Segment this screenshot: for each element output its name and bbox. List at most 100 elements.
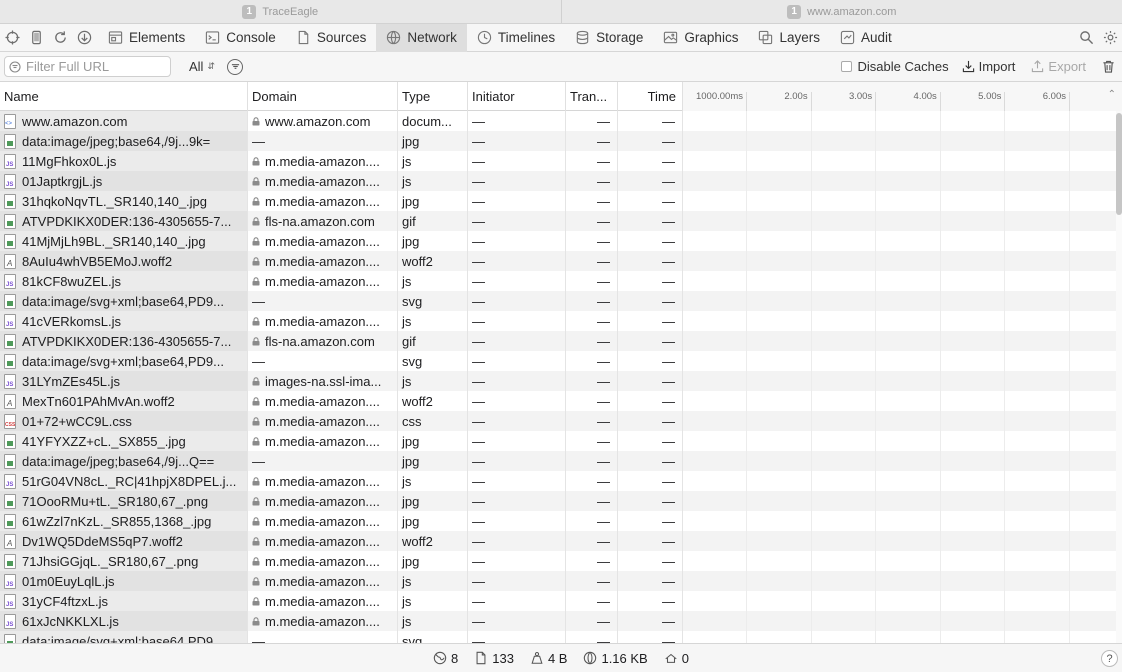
tab-graphics[interactable]: Graphics	[653, 24, 748, 52]
download-icon[interactable]	[72, 24, 96, 52]
checkbox-box[interactable]	[840, 61, 852, 72]
table-row[interactable]: 31yCF4ftzxL.jsm.media-amazon....js———	[0, 591, 1116, 611]
column-header-type[interactable]: Type	[398, 82, 468, 111]
tab-network[interactable]: Network	[376, 23, 467, 52]
cell-domain: images-na.ssl-ima...	[248, 371, 398, 391]
table-row[interactable]: data:image/svg+xml;base64,PD9... — svg — — —	[0, 351, 1116, 371]
table-row[interactable]: 41YFYXZZ+cL._SX855_.jpg m.media-amazon...…	[0, 431, 1116, 451]
cell-name[interactable]: ATVPDKIKX0DER:136-4305655-7...	[0, 211, 248, 231]
cell-name[interactable]: 71JhsiGGjqL._SR180,67_.png	[0, 551, 248, 571]
cell-name[interactable]: 31hqkoNqvTL._SR140,140_.jpg	[0, 191, 248, 211]
cell-name[interactable]: 41MjMjLh9BL._SR140,140_.jpg	[0, 231, 248, 251]
table-row[interactable]: 41MjMjLh9BL._SR140,140_.jpg m.media-amazo…	[0, 231, 1116, 251]
cell-name[interactable]: 8AuIu4whVB5EMoJ.woff2	[0, 251, 248, 271]
cell-name[interactable]: www.amazon.com	[0, 111, 248, 131]
column-header-domain[interactable]: Domain	[248, 82, 398, 111]
reload-icon[interactable]	[48, 24, 72, 52]
cell-name[interactable]: 81kCF8wuZEL.js	[0, 271, 248, 291]
tab-console[interactable]: Console	[195, 24, 286, 52]
cell-name[interactable]: 51rG04VN8cL._RC|41hpjX8DPEL.j...	[0, 471, 248, 491]
table-row[interactable]: 61xJcNKKLXL.jsm.media-amazon....js———	[0, 611, 1116, 631]
cell-name[interactable]: 01JaptkrgjL.js	[0, 171, 248, 191]
cell-name[interactable]: 11MgFhkox0L.js	[0, 151, 248, 171]
chevron-up-icon[interactable]: ⌃	[1108, 89, 1116, 100]
waterfall-gridline	[1069, 631, 1070, 643]
cell-name[interactable]: 01+72+wCC9L.css	[0, 411, 248, 431]
column-header-transferred[interactable]: Tran...	[566, 82, 618, 111]
device-icon[interactable]	[24, 24, 48, 52]
export-button[interactable]: Export	[1031, 59, 1086, 74]
cell-name[interactable]: MexTn601PAhMvAn.woff2	[0, 391, 248, 411]
gear-icon[interactable]	[1098, 24, 1122, 52]
import-button[interactable]: Import	[962, 59, 1015, 74]
tab-layers[interactable]: Layers	[748, 24, 830, 52]
table-row[interactable]: 61wZzl7nKzL._SR855,1368_.jpg m.media-amaz…	[0, 511, 1116, 531]
resource-name: ATVPDKIKX0DER:136-4305655-7...	[22, 213, 232, 229]
table-row[interactable]: 01m0EuyLqlL.jsm.media-amazon....js———	[0, 571, 1116, 591]
table-row[interactable]: 01JaptkrgjL.jsm.media-amazon....js———	[0, 171, 1116, 191]
table-row[interactable]: 8AuIu4whVB5EMoJ.woff2 m.media-amazon.... w…	[0, 251, 1116, 271]
tab-storage[interactable]: Storage	[565, 24, 653, 52]
cell-name[interactable]: 31LYmZEs45L.js	[0, 371, 248, 391]
clear-log-button[interactable]	[1102, 60, 1119, 73]
column-header-name[interactable]: Name	[0, 82, 248, 111]
table-row[interactable]: 41cVERkomsL.jsm.media-amazon....js———	[0, 311, 1116, 331]
cell-name[interactable]: data:image/svg+xml;base64,PD9...	[0, 351, 248, 371]
cell-name[interactable]: 71OooRMu+tL._SR180,67_.png	[0, 491, 248, 511]
url-filter-input[interactable]	[26, 59, 166, 74]
resource-type-select[interactable]: All ⇵	[189, 59, 215, 74]
cell-name[interactable]: 31yCF4ftzxL.js	[0, 591, 248, 611]
table-row[interactable]: www.amazon.comwww.amazon.comdocum...———	[0, 111, 1116, 131]
url-filter-field[interactable]	[4, 56, 171, 77]
search-icon[interactable]	[1074, 24, 1098, 52]
table-row[interactable]: data:image/svg+xml;base64,PD9... — svg — — —	[0, 291, 1116, 311]
cell-name[interactable]: ATVPDKIKX0DER:136-4305655-7...	[0, 331, 248, 351]
table-row[interactable]: ATVPDKIKX0DER:136-4305655-7... fls-na.ama…	[0, 331, 1116, 351]
tab-timelines[interactable]: Timelines	[467, 24, 565, 52]
cell-transferred: —	[566, 111, 618, 131]
table-row[interactable]: 31LYmZEs45L.jsimages-na.ssl-ima...js———	[0, 371, 1116, 391]
table-row[interactable]: 01+72+wCC9L.cssm.media-amazon....css———	[0, 411, 1116, 431]
cell-domain: m.media-amazon....	[248, 271, 398, 291]
tab-sources[interactable]: Sources	[286, 24, 377, 52]
window-tab-amazon[interactable]: 1 www.amazon.com	[560, 0, 1122, 23]
cell-name[interactable]: 61xJcNKKLXL.js	[0, 611, 248, 631]
window-tab-traceeagle[interactable]: 1 TraceEagle	[0, 0, 561, 23]
cell-name[interactable]: 41cVERkomsL.js	[0, 311, 248, 331]
disable-caches-checkbox[interactable]: Disable Caches	[840, 59, 949, 74]
waterfall-header[interactable]: ⌃ 1000.00ms 2.00s 3.00s 4.00s 5.00s 6.00s	[683, 82, 1122, 111]
scrollbar-thumb[interactable]	[1116, 113, 1122, 215]
cell-name[interactable]: data:image/jpeg;base64,/9j...Q==	[0, 451, 248, 471]
cell-name[interactable]: data:image/svg+xml;base64,PD9...	[0, 631, 248, 643]
cell-name[interactable]: data:image/svg+xml;base64,PD9...	[0, 291, 248, 311]
table-row[interactable]: data:image/jpeg;base64,/9j...Q== — jpg — — —	[0, 451, 1116, 471]
table-row[interactable]: Dv1WQ5DdeMS5qP7.woff2 m.media-amazon.... w…	[0, 531, 1116, 551]
table-row[interactable]: data:image/svg+xml;base64,PD9... — svg — — —	[0, 631, 1116, 643]
filter-options-icon[interactable]	[227, 58, 243, 75]
cell-type: woff2	[398, 531, 468, 551]
table-row[interactable]: 71JhsiGGjqL._SR180,67_.png m.media-amazon…	[0, 551, 1116, 571]
help-button[interactable]: ?	[1101, 650, 1118, 667]
vertical-scrollbar[interactable]	[1116, 111, 1122, 643]
cell-name[interactable]: Dv1WQ5DdeMS5qP7.woff2	[0, 531, 248, 551]
cell-name[interactable]: data:image/jpeg;base64,/9j...9k=	[0, 131, 248, 151]
table-row[interactable]: 71OooRMu+tL._SR180,67_.png m.media-amazon…	[0, 491, 1116, 511]
cell-name[interactable]: 41YFYXZZ+cL._SX855_.jpg	[0, 431, 248, 451]
tab-elements[interactable]: Elements	[98, 24, 195, 52]
cell-name[interactable]: 61wZzl7nKzL._SR855,1368_.jpg	[0, 511, 248, 531]
column-header-time[interactable]: Time	[618, 82, 683, 111]
tab-audit[interactable]: Audit	[830, 24, 902, 52]
cell-transferred: —	[566, 211, 618, 231]
table-row[interactable]: 81kCF8wuZEL.jsm.media-amazon....js———	[0, 271, 1116, 291]
table-row[interactable]: 31hqkoNqvTL._SR140,140_.jpg m.media-amazo…	[0, 191, 1116, 211]
column-header-initiator[interactable]: Initiator	[468, 82, 566, 111]
cell-transferred: —	[566, 491, 618, 511]
element-picker-icon[interactable]	[0, 24, 24, 52]
table-row[interactable]: ATVPDKIKX0DER:136-4305655-7... fls-na.ama…	[0, 211, 1116, 231]
table-row[interactable]: data:image/jpeg;base64,/9j...9k= — jpg — — —	[0, 131, 1116, 151]
table-row[interactable]: 11MgFhkox0L.jsm.media-amazon....js———	[0, 151, 1116, 171]
cell-name[interactable]: 01m0EuyLqlL.js	[0, 571, 248, 591]
table-row[interactable]: MexTn601PAhMvAn.woff2 m.media-amazon.... w…	[0, 391, 1116, 411]
waterfall-gridline	[810, 631, 812, 643]
table-row[interactable]: 51rG04VN8cL._RC|41hpjX8DPEL.j... m.media-…	[0, 471, 1116, 491]
